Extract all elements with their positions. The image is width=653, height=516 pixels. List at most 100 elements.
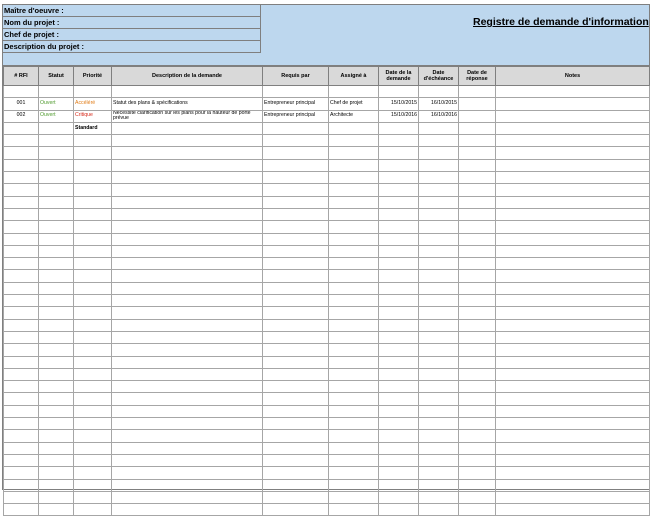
cell[interactable]: [73, 207, 112, 222]
cell[interactable]: [378, 404, 419, 419]
cell[interactable]: [378, 281, 419, 296]
cell[interactable]: [378, 355, 419, 369]
col-header-requested-by[interactable]: Requis par: [262, 66, 329, 86]
cell[interactable]: [458, 478, 496, 492]
cell[interactable]: [495, 281, 650, 296]
col-header-request-date[interactable]: Date de la demande: [378, 66, 419, 86]
cell[interactable]: [378, 478, 419, 492]
cell-notes[interactable]: [495, 121, 650, 136]
cell-response-date[interactable]: [458, 109, 496, 123]
col-header-notes[interactable]: Notes: [495, 66, 650, 86]
cell-rfi[interactable]: [3, 121, 39, 136]
cell[interactable]: [328, 195, 379, 209]
cell[interactable]: [328, 441, 379, 455]
cell[interactable]: [262, 207, 329, 222]
cell[interactable]: [3, 294, 39, 308]
cell[interactable]: [458, 503, 496, 516]
cell-due-date[interactable]: 16/10/2015: [418, 97, 459, 111]
cell[interactable]: [73, 490, 112, 505]
cell[interactable]: [495, 158, 650, 173]
cell[interactable]: [111, 330, 263, 345]
cell[interactable]: [262, 84, 329, 99]
cell[interactable]: [38, 269, 74, 283]
cell[interactable]: [418, 84, 459, 99]
cell-status[interactable]: Ouvert: [38, 109, 74, 123]
cell[interactable]: [3, 183, 39, 197]
cell[interactable]: [262, 478, 329, 492]
cell[interactable]: [495, 232, 650, 246]
cell[interactable]: [328, 343, 379, 357]
cell[interactable]: [495, 429, 650, 443]
cell[interactable]: [3, 220, 39, 234]
cell[interactable]: [495, 146, 650, 160]
cell[interactable]: [378, 441, 419, 455]
cell[interactable]: [495, 478, 650, 492]
cell-request-date[interactable]: 15/10/2015: [378, 97, 419, 111]
cell[interactable]: [111, 503, 263, 516]
cell[interactable]: [418, 453, 459, 468]
cell-notes[interactable]: [495, 97, 650, 111]
cell[interactable]: [458, 355, 496, 369]
cell[interactable]: [328, 220, 379, 234]
cell[interactable]: [378, 306, 419, 320]
cell[interactable]: [111, 257, 263, 271]
cell[interactable]: [111, 306, 263, 320]
cell[interactable]: [73, 318, 112, 332]
cell[interactable]: [495, 355, 650, 369]
cell[interactable]: [458, 404, 496, 419]
cell[interactable]: [328, 257, 379, 271]
cell[interactable]: [458, 281, 496, 296]
cell[interactable]: [73, 392, 112, 406]
cell[interactable]: [3, 306, 39, 320]
cell[interactable]: [495, 183, 650, 197]
cell[interactable]: [73, 441, 112, 455]
cell[interactable]: [378, 490, 419, 505]
col-header-assigned-to[interactable]: Assigné à: [328, 66, 379, 86]
cell[interactable]: [262, 466, 329, 480]
cell[interactable]: [3, 257, 39, 271]
cell[interactable]: [495, 441, 650, 455]
cell[interactable]: [73, 220, 112, 234]
cell[interactable]: [3, 330, 39, 345]
cell[interactable]: [458, 490, 496, 505]
cell[interactable]: [73, 343, 112, 357]
cell[interactable]: [3, 318, 39, 332]
cell[interactable]: [3, 281, 39, 296]
cell[interactable]: [378, 429, 419, 443]
cell[interactable]: [3, 441, 39, 455]
cell[interactable]: [328, 466, 379, 480]
cell[interactable]: [38, 134, 74, 148]
cell[interactable]: [73, 417, 112, 431]
cell[interactable]: [3, 171, 39, 185]
cell-response-date[interactable]: [458, 121, 496, 136]
cell[interactable]: [262, 183, 329, 197]
cell[interactable]: [111, 318, 263, 332]
cell-description[interactable]: Statut des plans & spécifications: [111, 97, 263, 111]
cell[interactable]: [458, 244, 496, 259]
cell[interactable]: [38, 503, 74, 516]
cell[interactable]: [111, 232, 263, 246]
cell[interactable]: [328, 380, 379, 394]
cell[interactable]: [111, 171, 263, 185]
cell[interactable]: [418, 158, 459, 173]
cell[interactable]: [73, 466, 112, 480]
cell[interactable]: [378, 195, 419, 209]
cell[interactable]: [328, 355, 379, 369]
cell[interactable]: [262, 232, 329, 246]
cell[interactable]: [328, 207, 379, 222]
cell[interactable]: [458, 257, 496, 271]
cell[interactable]: [111, 478, 263, 492]
cell[interactable]: [418, 220, 459, 234]
cell[interactable]: [418, 380, 459, 394]
cell[interactable]: [111, 84, 263, 99]
cell[interactable]: [378, 207, 419, 222]
cell[interactable]: [73, 404, 112, 419]
cell[interactable]: [378, 453, 419, 468]
cell[interactable]: [458, 220, 496, 234]
cell[interactable]: [495, 367, 650, 382]
cell[interactable]: [418, 429, 459, 443]
cell[interactable]: [38, 244, 74, 259]
cell[interactable]: [262, 380, 329, 394]
cell[interactable]: [328, 146, 379, 160]
cell[interactable]: [111, 158, 263, 173]
